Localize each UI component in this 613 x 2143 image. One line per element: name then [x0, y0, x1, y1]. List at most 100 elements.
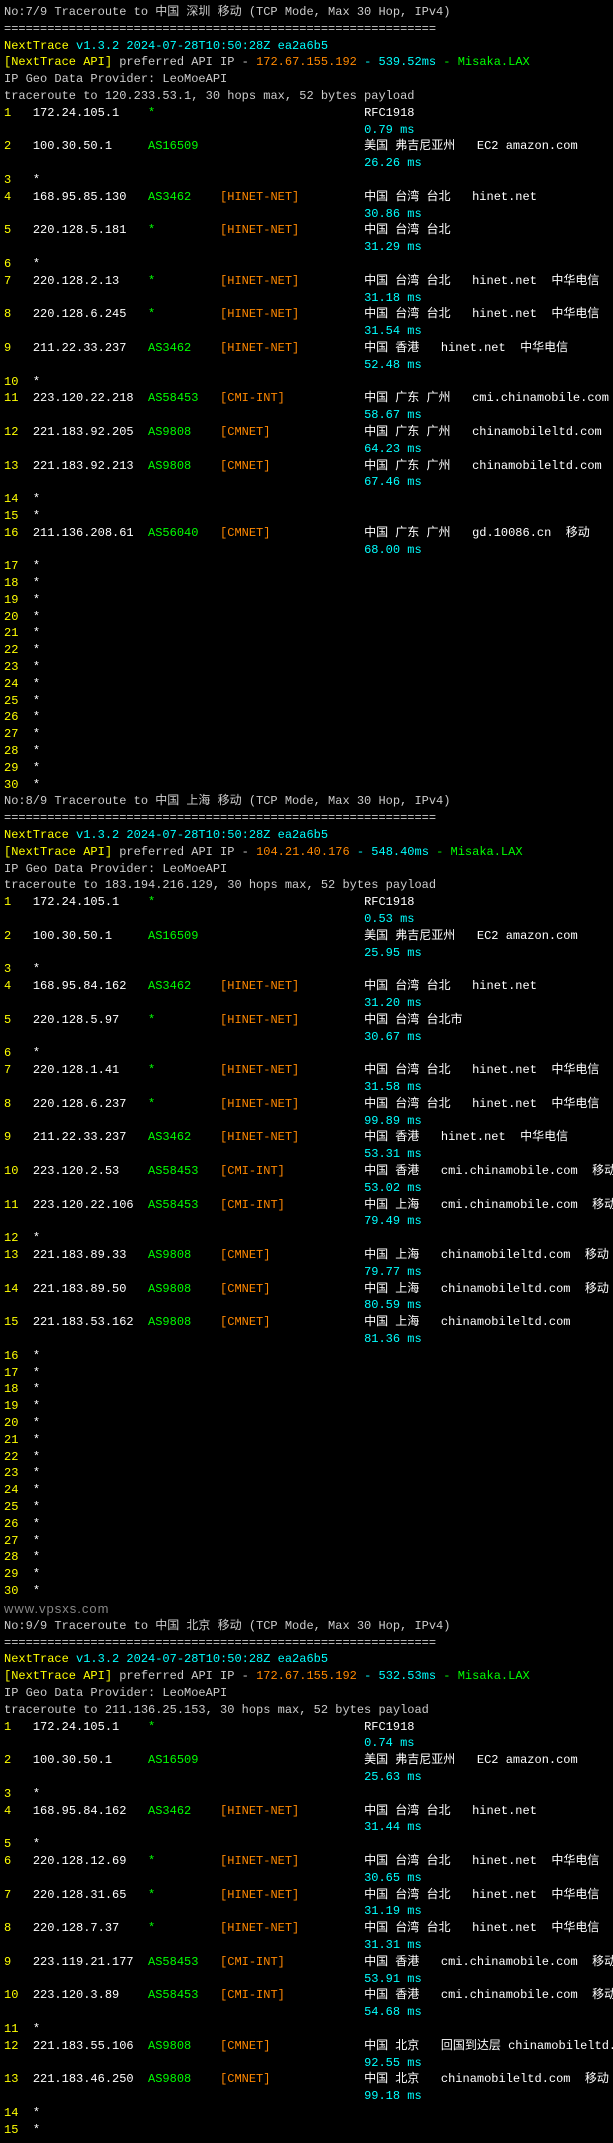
hop-row: 18 *	[4, 1381, 609, 1398]
hop-latency: 31.54 ms	[4, 323, 609, 340]
hop-row: 21 *	[4, 625, 609, 642]
hop-row: 12 221.183.55.106 AS9808 [CMNET] 中国 北京 回…	[4, 2038, 609, 2055]
hop-row: 11 223.120.22.218 AS58453 [CMI-INT] 中国 广…	[4, 390, 609, 407]
hop-row: 6 *	[4, 1045, 609, 1062]
hop-row: 5 220.128.5.97 * [HINET-NET] 中国 台湾 台北市	[4, 1012, 609, 1029]
hop-row: 29 *	[4, 1566, 609, 1583]
geo-line: IP Geo Data Provider: LeoMoeAPI	[4, 71, 609, 88]
hop-row: 12 221.183.92.205 AS9808 [CMNET] 中国 广东 广…	[4, 424, 609, 441]
hop-latency: 25.63 ms	[4, 1769, 609, 1786]
terminal-output: No:7/9 Traceroute to 中国 深圳 移动 (TCP Mode,…	[4, 4, 609, 2139]
hop-latency: 99.89 ms	[4, 1113, 609, 1130]
hop-latency: 30.86 ms	[4, 206, 609, 223]
hop-row: 23 *	[4, 1465, 609, 1482]
version-line: NextTrace v1.3.2 2024-07-28T10:50:28Z ea…	[4, 827, 609, 844]
hop-row: 5 *	[4, 1836, 609, 1853]
hop-row: 18 *	[4, 575, 609, 592]
version-line: NextTrace v1.3.2 2024-07-28T10:50:28Z ea…	[4, 1651, 609, 1668]
api-line: [NextTrace API] preferred API IP - 172.6…	[4, 54, 609, 71]
hop-row: 14 221.183.89.50 AS9808 [CMNET] 中国 上海 ch…	[4, 1281, 609, 1298]
hop-row: 5 220.128.5.181 * [HINET-NET] 中国 台湾 台北	[4, 222, 609, 239]
hop-latency: 68.00 ms	[4, 542, 609, 559]
hop-row: 16 211.136.208.61 AS56040 [CMNET] 中国 广东 …	[4, 525, 609, 542]
cmd-line: traceroute to 120.233.53.1, 30 hops max,…	[4, 88, 609, 105]
geo-line: IP Geo Data Provider: LeoMoeAPI	[4, 1685, 609, 1702]
hop-latency: 0.74 ms	[4, 1735, 609, 1752]
hop-row: 4 168.95.84.162 AS3462 [HINET-NET] 中国 台湾…	[4, 978, 609, 995]
separator: ========================================…	[4, 21, 609, 38]
hop-row: 19 *	[4, 1398, 609, 1415]
cmd-line: traceroute to 211.136.25.153, 30 hops ma…	[4, 1702, 609, 1719]
hop-row: 7 220.128.2.13 * [HINET-NET] 中国 台湾 台北 hi…	[4, 273, 609, 290]
hop-row: 16 *	[4, 1348, 609, 1365]
trace-header: No:7/9 Traceroute to 中国 深圳 移动 (TCP Mode,…	[4, 4, 609, 21]
hop-latency: 31.29 ms	[4, 239, 609, 256]
hop-row: 22 *	[4, 642, 609, 659]
hop-latency: 31.18 ms	[4, 290, 609, 307]
hop-row: 7 220.128.31.65 * [HINET-NET] 中国 台湾 台北 h…	[4, 1887, 609, 1904]
hop-row: 30 *	[4, 1583, 609, 1600]
hop-latency: 30.65 ms	[4, 1870, 609, 1887]
hop-latency: 54.68 ms	[4, 2004, 609, 2021]
hop-latency: 64.23 ms	[4, 441, 609, 458]
hop-row: 1 172.24.105.1 * RFC1918	[4, 894, 609, 911]
hop-row: 3 *	[4, 172, 609, 189]
hop-latency: 53.02 ms	[4, 1180, 609, 1197]
hop-row: 6 *	[4, 256, 609, 273]
hop-latency: 25.95 ms	[4, 945, 609, 962]
hop-row: 10 223.120.2.53 AS58453 [CMI-INT] 中国 香港 …	[4, 1163, 609, 1180]
hop-row: 19 *	[4, 592, 609, 609]
hop-row: 2 100.30.50.1 AS16509 美国 弗吉尼亚州 EC2 amazo…	[4, 138, 609, 155]
watermark: www.vpsxs.com	[4, 1600, 609, 1618]
cmd-line: traceroute to 183.194.216.129, 30 hops m…	[4, 877, 609, 894]
hop-row: 8 220.128.6.245 * [HINET-NET] 中国 台湾 台北 h…	[4, 306, 609, 323]
hop-row: 9 211.22.33.237 AS3462 [HINET-NET] 中国 香港…	[4, 1129, 609, 1146]
separator: ========================================…	[4, 1635, 609, 1652]
hop-row: 14 *	[4, 2105, 609, 2122]
hop-row: 30 *	[4, 777, 609, 794]
hop-row: 10 *	[4, 374, 609, 391]
hop-row: 25 *	[4, 693, 609, 710]
version-line: NextTrace v1.3.2 2024-07-28T10:50:28Z ea…	[4, 38, 609, 55]
hop-row: 11 223.120.22.106 AS58453 [CMI-INT] 中国 上…	[4, 1197, 609, 1214]
hop-latency: 58.67 ms	[4, 407, 609, 424]
hop-row: 1 172.24.105.1 * RFC1918	[4, 1719, 609, 1736]
hop-row: 28 *	[4, 1549, 609, 1566]
hop-row: 8 220.128.6.237 * [HINET-NET] 中国 台湾 台北 h…	[4, 1096, 609, 1113]
hop-latency: 0.79 ms	[4, 122, 609, 139]
trace-header: No:8/9 Traceroute to 中国 上海 移动 (TCP Mode,…	[4, 793, 609, 810]
hop-row: 1 172.24.105.1 * RFC1918	[4, 105, 609, 122]
hop-latency: 99.18 ms	[4, 2088, 609, 2105]
hop-latency: 30.67 ms	[4, 1029, 609, 1046]
hop-row: 22 *	[4, 1449, 609, 1466]
hop-latency: 31.19 ms	[4, 1903, 609, 1920]
hop-row: 10 223.120.3.89 AS58453 [CMI-INT] 中国 香港 …	[4, 1987, 609, 2004]
hop-row: 3 *	[4, 1786, 609, 1803]
hop-row: 20 *	[4, 1415, 609, 1432]
api-line: [NextTrace API] preferred API IP - 172.6…	[4, 1668, 609, 1685]
hop-latency: 79.49 ms	[4, 1213, 609, 1230]
trace-header: No:9/9 Traceroute to 中国 北京 移动 (TCP Mode,…	[4, 1618, 609, 1635]
hop-latency: 52.48 ms	[4, 357, 609, 374]
hop-latency: 31.58 ms	[4, 1079, 609, 1096]
hop-row: 21 *	[4, 1432, 609, 1449]
hop-row: 14 *	[4, 491, 609, 508]
hop-row: 24 *	[4, 1482, 609, 1499]
hop-row: 13 221.183.46.250 AS9808 [CMNET] 中国 北京 c…	[4, 2071, 609, 2088]
hop-latency: 53.91 ms	[4, 1971, 609, 1988]
hop-latency: 79.77 ms	[4, 1264, 609, 1281]
hop-row: 8 220.128.7.37 * [HINET-NET] 中国 台湾 台北 hi…	[4, 1920, 609, 1937]
hop-row: 25 *	[4, 1499, 609, 1516]
hop-row: 4 168.95.84.162 AS3462 [HINET-NET] 中国 台湾…	[4, 1803, 609, 1820]
hop-latency: 26.26 ms	[4, 155, 609, 172]
hop-row: 15 221.183.53.162 AS9808 [CMNET] 中国 上海 c…	[4, 1314, 609, 1331]
hop-row: 13 221.183.92.213 AS9808 [CMNET] 中国 广东 广…	[4, 458, 609, 475]
hop-row: 26 *	[4, 1516, 609, 1533]
hop-row: 28 *	[4, 743, 609, 760]
hop-latency: 31.44 ms	[4, 1819, 609, 1836]
hop-row: 27 *	[4, 1533, 609, 1550]
hop-latency: 67.46 ms	[4, 474, 609, 491]
hop-row: 7 220.128.1.41 * [HINET-NET] 中国 台湾 台北 hi…	[4, 1062, 609, 1079]
hop-latency: 31.20 ms	[4, 995, 609, 1012]
hop-row: 12 *	[4, 1230, 609, 1247]
